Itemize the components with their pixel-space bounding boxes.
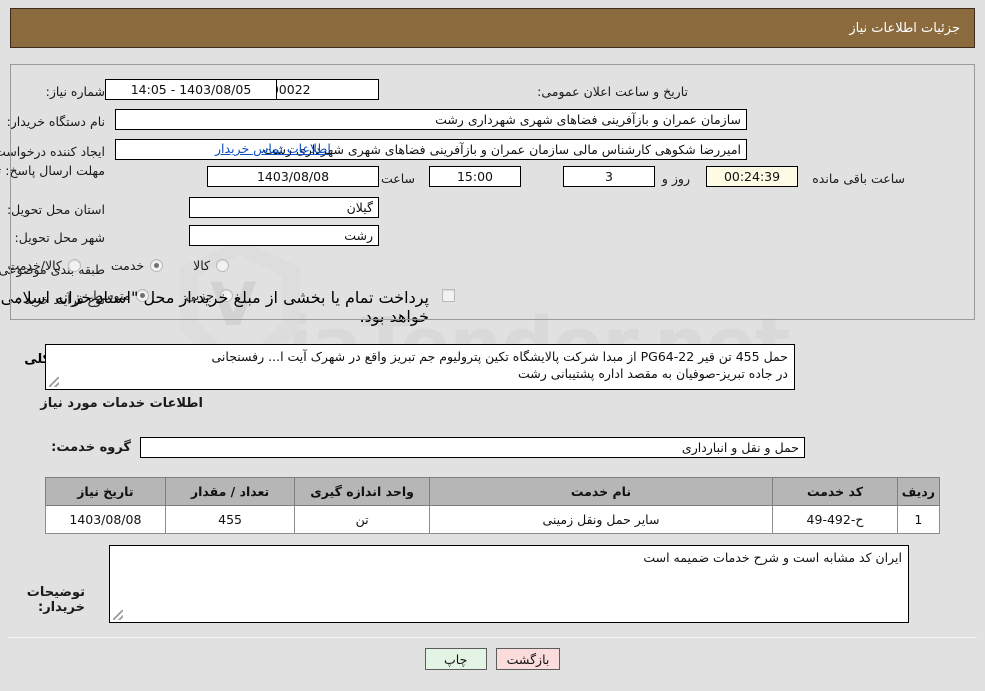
page-title: جزئیات اطلاعات نیاز — [849, 20, 960, 36]
service-group-value: حمل و نقل و انبارداری — [140, 437, 805, 458]
services-table: ردیف کد خدمت نام خدمت واحد اندازه گیری ت… — [45, 477, 941, 534]
description-line-2: در جاده تبریز-صوفیان به مقصد اداره پشتیب… — [517, 366, 788, 381]
cell-name: سایر حمل ونقل زمینی — [428, 505, 774, 534]
col-index: ردیف — [896, 477, 941, 506]
resize-grip-icon[interactable] — [49, 377, 59, 387]
buyer-notes-textarea[interactable]: ایران کد مشابه است و شرح خدمات ضمیمه است — [109, 545, 909, 623]
service-group-label: گروه خدمت: — [51, 440, 131, 455]
services-section-title: اطلاعات خدمات مورد نیاز — [40, 396, 203, 411]
footer-divider — [8, 637, 977, 638]
cell-date: 1403/08/08 — [45, 505, 166, 534]
description-line-1: حمل 455 تن قیر PG64-22 از مبدا شرکت پالا… — [211, 349, 788, 364]
page-root: V AriaTender.net جزئیات اطلاعات نیاز شما… — [0, 0, 985, 691]
cell-code: ح-492-49 — [772, 505, 898, 534]
footer-buttons: بازگشت چاپ — [0, 648, 985, 670]
page-header-bar: جزئیات اطلاعات نیاز — [10, 8, 975, 48]
col-code: کد خدمت — [772, 477, 898, 506]
back-button[interactable]: بازگشت — [495, 648, 561, 670]
table-row: 1 ح-492-49 سایر حمل ونقل زمینی تن 455 14… — [45, 505, 941, 534]
col-unit: واحد اندازه گیری — [294, 477, 430, 506]
col-quantity: تعداد / مقدار — [164, 477, 296, 506]
table-header-row: ردیف کد خدمت نام خدمت واحد اندازه گیری ت… — [45, 477, 941, 506]
need-info-panel — [10, 64, 975, 320]
buyer-notes-label: توضیحات خریدار: — [26, 585, 85, 615]
col-date: تاریخ نیاز — [45, 477, 166, 506]
cell-unit: تن — [294, 505, 430, 534]
print-button[interactable]: چاپ — [424, 648, 487, 670]
general-description-textarea[interactable]: حمل 455 تن قیر PG64-22 از مبدا شرکت پالا… — [45, 344, 795, 390]
cell-quantity: 455 — [164, 505, 296, 534]
notes-resize-grip-icon[interactable] — [113, 610, 123, 620]
col-name: نام خدمت — [428, 477, 774, 506]
cell-index: 1 — [896, 505, 941, 534]
buyer-notes-value: ایران کد مشابه است و شرح خدمات ضمیمه است — [643, 550, 902, 565]
